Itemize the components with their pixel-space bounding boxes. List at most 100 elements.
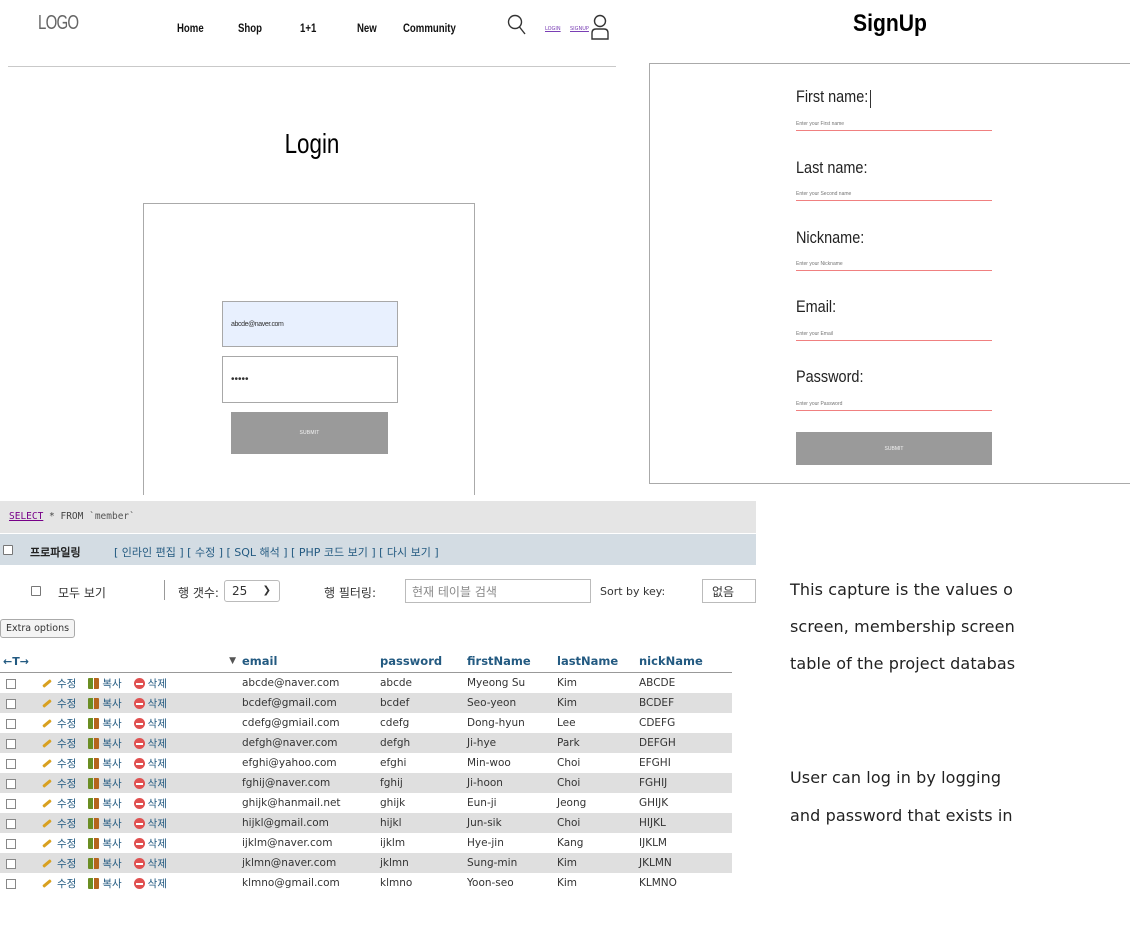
nav-home[interactable]: Home: [177, 21, 204, 35]
table-row[interactable]: 수정 복사 삭제 fghij@naver.com fghij Ji-hoon Choi FGH…: [0, 773, 732, 793]
delete-link[interactable]: 삭제: [148, 778, 167, 790]
cell-password[interactable]: klmno: [377, 873, 464, 893]
copy-link[interactable]: 복사: [102, 878, 121, 890]
edit-link[interactable]: 수정: [57, 758, 76, 770]
cell-email[interactable]: ijklm@naver.com: [239, 833, 377, 853]
cell-nickname[interactable]: HIJKL: [636, 813, 732, 833]
table-row[interactable]: 수정 복사 삭제 efghi@yahoo.com efghi Min-woo Choi EFG…: [0, 753, 732, 773]
cell-nickname[interactable]: ABCDE: [636, 672, 732, 693]
cell-password[interactable]: hijkl: [377, 813, 464, 833]
cell-password[interactable]: abcde: [377, 672, 464, 693]
table-row[interactable]: 수정 복사 삭제 ijklm@naver.com ijklm Hye-jin Kang IJK…: [0, 833, 732, 853]
row-checkbox[interactable]: [6, 758, 16, 769]
cell-nickname[interactable]: EFGHI: [636, 753, 732, 773]
nav-one-plus-one[interactable]: 1+1: [300, 21, 316, 35]
row-checkbox[interactable]: [6, 798, 16, 809]
nav-community[interactable]: Community: [403, 21, 456, 35]
query-action-links[interactable]: [ 인라인 편집 ] [ 수정 ] [ SQL 해석 ] [ PHP 코드 보기…: [114, 544, 439, 560]
edit-link[interactable]: 수정: [57, 798, 76, 810]
table-row[interactable]: 수정 복사 삭제 ghijk@hanmail.net ghijk Eun-ji Jeong G…: [0, 793, 732, 813]
delete-link[interactable]: 삭제: [148, 818, 167, 830]
table-row[interactable]: 수정 복사 삭제 hijkl@gmail.com hijkl Jun-sik Choi HIJ…: [0, 813, 732, 833]
cell-email[interactable]: cdefg@gmiail.com: [239, 713, 377, 733]
cell-lastname[interactable]: Choi: [554, 813, 636, 833]
edit-link[interactable]: 수정: [57, 718, 76, 730]
row-checkbox[interactable]: [6, 858, 16, 869]
cell-lastname[interactable]: Kim: [554, 853, 636, 873]
logo[interactable]: LOGO: [38, 12, 79, 35]
delete-link[interactable]: 삭제: [148, 838, 167, 850]
cell-password[interactable]: jklmn: [377, 853, 464, 873]
edit-link[interactable]: 수정: [57, 838, 76, 850]
copy-link[interactable]: 복사: [102, 778, 121, 790]
edit-link[interactable]: 수정: [57, 878, 76, 890]
login-submit-button[interactable]: SUBMIT: [231, 412, 388, 454]
cell-lastname[interactable]: Kang: [554, 833, 636, 853]
row-checkbox[interactable]: [6, 878, 16, 889]
cell-lastname[interactable]: Choi: [554, 753, 636, 773]
cell-lastname[interactable]: Kim: [554, 873, 636, 893]
row-checkbox[interactable]: [6, 838, 16, 849]
cell-firstname[interactable]: Eun-ji: [464, 793, 554, 813]
cell-lastname[interactable]: Kim: [554, 672, 636, 693]
copy-link[interactable]: 복사: [102, 798, 121, 810]
copy-link[interactable]: 복사: [102, 818, 121, 830]
login-link[interactable]: LOGIN: [545, 26, 561, 32]
column-firstname[interactable]: firstName: [464, 650, 554, 673]
profiling-checkbox[interactable]: [3, 545, 13, 555]
edit-link[interactable]: 수정: [57, 678, 76, 690]
cell-email[interactable]: ghijk@hanmail.net: [239, 793, 377, 813]
edit-link[interactable]: 수정: [57, 858, 76, 870]
cell-firstname[interactable]: Ji-hoon: [464, 773, 554, 793]
login-email-input[interactable]: abcde@naver.com: [222, 301, 398, 347]
delete-link[interactable]: 삭제: [148, 698, 167, 710]
cell-password[interactable]: cdefg: [377, 713, 464, 733]
delete-link[interactable]: 삭제: [148, 718, 167, 730]
row-checkbox[interactable]: [6, 678, 16, 689]
table-nav-header[interactable]: ←T→ ▼: [0, 650, 239, 673]
first-name-input[interactable]: [796, 118, 992, 131]
cell-lastname[interactable]: Lee: [554, 713, 636, 733]
nav-shop[interactable]: Shop: [238, 21, 262, 35]
nickname-input[interactable]: [796, 258, 992, 271]
cell-password[interactable]: ghijk: [377, 793, 464, 813]
cell-lastname[interactable]: Park: [554, 733, 636, 753]
cell-lastname[interactable]: Jeong: [554, 793, 636, 813]
cell-email[interactable]: jklmn@naver.com: [239, 853, 377, 873]
cell-email[interactable]: bcdef@gmail.com: [239, 693, 377, 713]
edit-link[interactable]: 수정: [57, 698, 76, 710]
cell-firstname[interactable]: Jun-sik: [464, 813, 554, 833]
cell-email[interactable]: abcde@naver.com: [239, 672, 377, 693]
cell-firstname[interactable]: Dong-hyun: [464, 713, 554, 733]
cell-nickname[interactable]: DEFGH: [636, 733, 732, 753]
table-row[interactable]: 수정 복사 삭제 jklmn@naver.com jklmn Sung-min Kim JKL…: [0, 853, 732, 873]
show-all-checkbox[interactable]: [31, 586, 41, 596]
email-input[interactable]: [796, 328, 992, 341]
copy-link[interactable]: 복사: [102, 838, 121, 850]
row-checkbox[interactable]: [6, 818, 16, 829]
edit-link[interactable]: 수정: [57, 778, 76, 790]
cell-email[interactable]: defgh@naver.com: [239, 733, 377, 753]
delete-link[interactable]: 삭제: [148, 798, 167, 810]
cell-lastname[interactable]: Kim: [554, 693, 636, 713]
column-nickname[interactable]: nickName: [636, 650, 732, 673]
login-password-input[interactable]: •••••: [222, 356, 398, 403]
sort-desc-icon[interactable]: ▼: [229, 656, 236, 666]
cell-nickname[interactable]: JKLMN: [636, 853, 732, 873]
cell-nickname[interactable]: KLMNO: [636, 873, 732, 893]
edit-link[interactable]: 수정: [57, 738, 76, 750]
table-row[interactable]: 수정 복사 삭제 defgh@naver.com defgh Ji-hye Park DEFG…: [0, 733, 732, 753]
cell-firstname[interactable]: Hye-jin: [464, 833, 554, 853]
search-icon[interactable]: [507, 14, 527, 40]
copy-link[interactable]: 복사: [102, 858, 121, 870]
delete-link[interactable]: 삭제: [148, 858, 167, 870]
cell-email[interactable]: hijkl@gmail.com: [239, 813, 377, 833]
cell-firstname[interactable]: Ji-hye: [464, 733, 554, 753]
table-row[interactable]: 수정 복사 삭제 klmno@gmail.com klmno Yoon-seo Kim KLM…: [0, 873, 732, 893]
copy-link[interactable]: 복사: [102, 698, 121, 710]
delete-link[interactable]: 삭제: [148, 738, 167, 750]
signup-link[interactable]: SIGNUP: [570, 26, 589, 32]
cell-password[interactable]: defgh: [377, 733, 464, 753]
copy-link[interactable]: 복사: [102, 678, 121, 690]
cell-email[interactable]: fghij@naver.com: [239, 773, 377, 793]
